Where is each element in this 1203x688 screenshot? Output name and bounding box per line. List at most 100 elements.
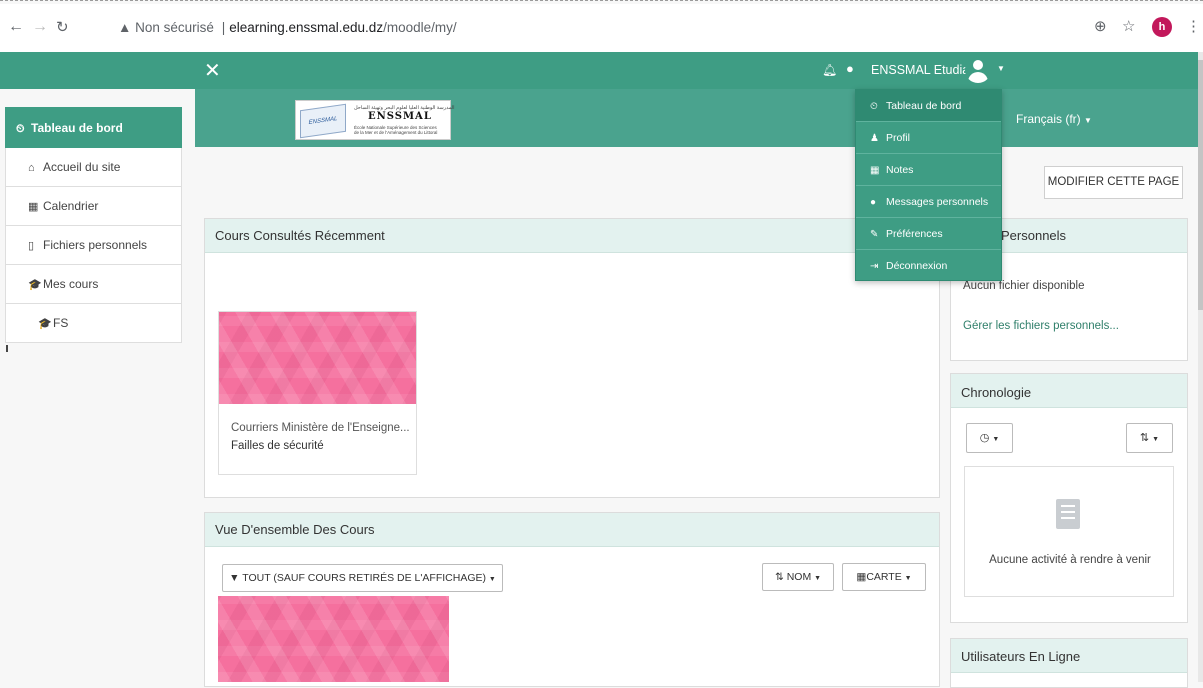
user-name[interactable]: ENSSMAL Etudiant <box>871 63 980 77</box>
chevron-down-icon: ▼ <box>904 575 912 582</box>
course-image[interactable] <box>218 596 449 682</box>
dashboard-icon: ⏲ <box>16 123 25 135</box>
top-navbar: ✕ 🔔︎ ● ENSSMAL Etudiant ▼ <box>0 52 1198 89</box>
url-path: /moodle/my/ <box>383 20 457 35</box>
sidebar-item-label: Accueil du site <box>43 160 121 174</box>
sort-label: NOM <box>786 571 812 583</box>
chevron-down-icon: ▼ <box>488 576 496 583</box>
address-bar[interactable]: ▲ Non sécurisé | elearning.enssmal.edu.dz… <box>118 20 457 35</box>
bookmark-star-icon[interactable]: ☆ <box>1122 17 1135 35</box>
timeline-sort-dropdown[interactable]: ⇅ ▼ <box>1126 423 1173 453</box>
menu-item-logout[interactable]: ⇥ Déconnexion <box>856 250 1001 282</box>
menu-item-profile[interactable]: ♟ Profil <box>856 122 1001 154</box>
manage-private-files-link[interactable]: Gérer les fichiers personnels... <box>951 292 1187 332</box>
menu-item-grades[interactable]: ▦ Notes <box>856 154 1001 186</box>
language-selector[interactable]: Français (fr) ▼ <box>1016 112 1092 126</box>
logo-emblem-text: ENSSMAL <box>308 115 338 127</box>
calendar-icon: ▦ <box>28 201 39 213</box>
back-arrow-icon[interactable]: ← <box>8 18 24 36</box>
grid-icon: ▦ <box>856 571 867 583</box>
document-list-icon <box>1056 499 1080 529</box>
messages-icon[interactable]: ● <box>846 61 854 76</box>
course-card[interactable]: Courriers Ministère de l'Enseigne... Fai… <box>218 311 417 475</box>
menu-item-label: Profil <box>886 132 910 144</box>
graduation-cap-icon: 🎓 <box>38 318 52 330</box>
timeline-filter-dropdown[interactable]: ◷ ▼ <box>966 423 1013 453</box>
online-users-block: Utilisateurs En Ligne <box>950 638 1188 688</box>
menu-item-label: Notes <box>886 164 914 176</box>
course-name[interactable]: Failles de sécurité <box>219 434 416 452</box>
nav-drawer: ⏲ Tableau de bord ⌂ Accueil du site ▦ Calen… <box>5 107 182 343</box>
graduation-cap-icon: 🎓 <box>28 279 42 291</box>
sidebar-item-home[interactable]: ⌂ Accueil du site <box>5 148 182 187</box>
table-icon: ▦ <box>870 165 880 176</box>
browser-toolbar: ← → ↻ ▲ Non sécurisé | elearning.enssmal.… <box>0 4 1203 52</box>
dashboard-icon: ⏲ <box>870 101 878 112</box>
menu-item-label: Déconnexion <box>886 260 948 272</box>
logo-emblem: ENSSMAL <box>300 103 346 139</box>
sidebar-item-label: Calendrier <box>43 199 99 213</box>
chevron-down-icon: ▼ <box>814 575 822 582</box>
sidebar-item-dashboard[interactable]: ⏲ Tableau de bord <box>5 107 182 148</box>
user-icon: ♟ <box>870 133 879 144</box>
warning-icon: ▲ <box>118 20 132 35</box>
menu-item-dashboard[interactable]: ⏲ Tableau de bord <box>856 90 1001 122</box>
block-title: Utilisateurs En Ligne <box>951 639 1187 673</box>
zoom-icon[interactable]: ⊕ <box>1094 17 1107 35</box>
user-avatar-icon[interactable] <box>965 57 991 83</box>
close-drawer-icon[interactable]: ✕ <box>204 58 221 83</box>
user-menu-dropdown: ⏲ Tableau de bord ♟ Profil ▦ Notes ● Message… <box>855 89 1002 281</box>
filter-label: TOUT (SAUF COURS RETIRÉS DE L'AFFICHAGE) <box>242 572 486 584</box>
sidebar-item-calendar[interactable]: ▦ Calendrier <box>5 187 182 226</box>
page-scrollbar[interactable] <box>1198 52 1203 682</box>
url-host: elearning.enssmal.edu.dz <box>229 20 384 35</box>
chevron-down-icon: ▼ <box>992 436 1000 443</box>
sidebar-item-label: Fichiers personnels <box>43 238 148 252</box>
filter-dropdown[interactable]: ▼ TOUT (SAUF COURS RETIRÉS DE L'AFFICHAG… <box>222 564 503 592</box>
menu-item-messages[interactable]: ● Messages personnels <box>856 186 1001 218</box>
home-icon: ⌂ <box>28 162 35 174</box>
browser-menu-icon[interactable]: ⋮ <box>1186 17 1201 35</box>
sidebar-item-fs[interactable]: 🎓FS <box>5 304 182 343</box>
menu-item-label: Préférences <box>886 228 943 240</box>
sort-icon: ⇅ <box>1139 432 1150 444</box>
security-status: Non sécurisé <box>135 20 214 35</box>
modify-page-button[interactable]: MODIFIER CETTE PAGE <box>1044 166 1183 199</box>
sort-icon: ⇅ <box>774 571 784 583</box>
view-label: CARTE <box>866 571 902 583</box>
drawer-edge-marker <box>6 345 8 352</box>
forward-arrow-icon[interactable]: → <box>32 18 48 36</box>
menu-item-label: Messages personnels <box>886 196 989 208</box>
chevron-down-icon: ▼ <box>1084 116 1092 125</box>
logo-subtitle: École Nationale Supérieure des Sciences d… <box>354 125 438 135</box>
menu-item-preferences[interactable]: ✎ Préférences <box>856 218 1001 250</box>
scrollbar-thumb[interactable] <box>1198 60 1203 310</box>
sidebar-item-my-courses[interactable]: 🎓Mes cours <box>5 265 182 304</box>
url-separator: | <box>221 20 226 35</box>
sign-out-icon: ⇥ <box>870 261 879 272</box>
wrench-icon: ✎ <box>870 229 879 240</box>
block-title: Chronologie <box>951 374 1187 408</box>
sidebar-item-private-files[interactable]: ▯ Fichiers personnels <box>5 226 182 265</box>
chevron-down-icon: ▼ <box>1152 436 1160 443</box>
timeline-empty-state: Aucune activité à rendre à venir <box>964 466 1174 597</box>
site-logo[interactable]: ENSSMAL المدرسة الوطنية العليا لعلوم الب… <box>295 100 455 140</box>
sort-dropdown[interactable]: ⇅ NOM ▼ <box>762 563 834 591</box>
course-image[interactable] <box>219 312 416 404</box>
notification-bell-icon[interactable]: 🔔︎ <box>822 63 837 77</box>
timeline-empty-text: Aucune activité à rendre à venir <box>989 554 1151 566</box>
logo-title: ENSSMAL <box>368 111 432 122</box>
reload-icon[interactable]: ↻ <box>56 18 69 36</box>
browser-profile-avatar[interactable]: h <box>1152 17 1172 37</box>
file-icon: ▯ <box>28 240 35 252</box>
block-title: Vue D'ensemble Des Cours <box>205 513 939 547</box>
menu-item-label: Tableau de bord <box>886 100 962 112</box>
language-label: Français (fr) <box>1016 112 1081 126</box>
block-title: Cours Consultés Récemment <box>205 219 939 253</box>
sidebar-item-label: Mes cours <box>43 277 99 291</box>
filter-icon: ▼ <box>229 572 240 584</box>
sidebar-item-label: Tableau de bord <box>31 121 123 135</box>
view-dropdown[interactable]: ▦CARTE ▼ <box>842 563 926 591</box>
sidebar-item-label: FS <box>53 316 69 330</box>
chevron-down-icon[interactable]: ▼ <box>997 64 1005 73</box>
